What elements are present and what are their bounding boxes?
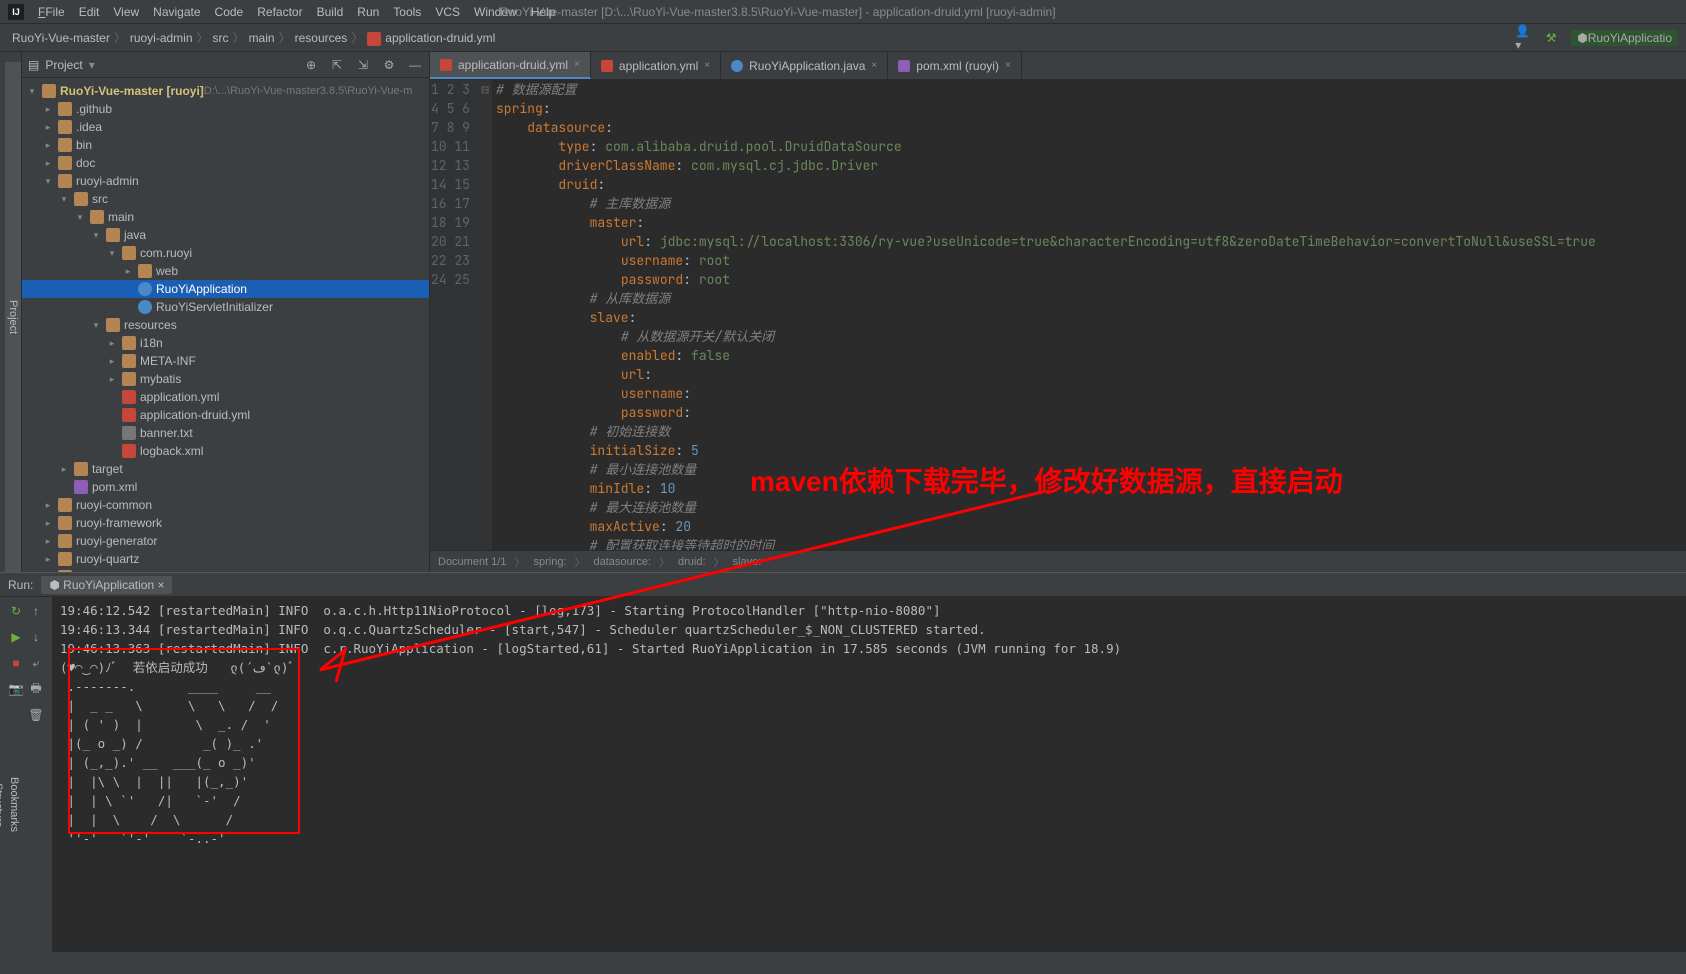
editor-crumb[interactable]: datasource: [594, 556, 651, 568]
stop-icon[interactable]: ■ [8, 655, 24, 671]
menu-view[interactable]: View [113, 5, 139, 19]
close-icon[interactable]: × [704, 60, 710, 71]
line-number-gutter: 1 2 3 4 5 6 7 8 9 10 11 12 13 14 15 16 1… [430, 80, 478, 550]
code-content[interactable]: # 数据源配置 spring: datasource: type: com.al… [492, 80, 1686, 550]
ide-logo-icon: IJ [8, 4, 24, 20]
user-icon[interactable]: 👤▾ [1515, 30, 1531, 46]
window-title: RuoYi-Vue-master [D:\...\RuoYi-Vue-maste… [500, 5, 1056, 19]
trash-icon[interactable]: 🗑 [28, 707, 44, 723]
menu-refactor[interactable]: Refactor [257, 5, 302, 19]
hide-icon[interactable]: — [407, 57, 423, 73]
tree-item[interactable]: ▸target [22, 460, 429, 478]
tree-item[interactable]: ▸ruoyi-quartz [22, 550, 429, 568]
tree-item[interactable]: ▸bin [22, 136, 429, 154]
left-tool-stripe: Project [0, 52, 22, 572]
tool-tab-project[interactable]: Project [5, 62, 21, 572]
menu-file[interactable]: FFile [38, 5, 65, 19]
breadcrumb-item[interactable]: src [209, 29, 233, 47]
left-tool-stripe-bottom: Bookmarks Structure [0, 700, 22, 900]
up-icon[interactable]: ↑ [28, 603, 44, 619]
menu-run[interactable]: Run [357, 5, 379, 19]
tool-tab-bookmarks[interactable]: Bookmarks [6, 710, 22, 900]
breadcrumb-item[interactable]: main [245, 29, 279, 47]
tree-item[interactable]: ▸META-INF [22, 352, 429, 370]
tree-item[interactable]: ▾com.ruoyi [22, 244, 429, 262]
tree-item[interactable]: ▸ruoyi-framework [22, 514, 429, 532]
tree-item[interactable]: ▸.idea [22, 118, 429, 136]
rerun-icon[interactable]: ↻ [8, 603, 24, 619]
print-icon[interactable]: 🖶 [28, 681, 44, 697]
menu-build[interactable]: Build [317, 5, 344, 19]
editor-crumb[interactable]: spring: [533, 556, 566, 568]
console-output[interactable]: 19:46:12.542 [restartedMain] INFO o.a.c.… [52, 597, 1686, 952]
breadcrumb-item[interactable]: resources [291, 29, 352, 47]
tree-item[interactable]: ▸i18n [22, 334, 429, 352]
tree-item[interactable]: ▸ruoyi-common [22, 496, 429, 514]
main-menu: FFile Edit View Navigate Code Refactor B… [38, 5, 555, 19]
run-config-selector[interactable]: ⬢ RuoYiApplicatio [1571, 30, 1678, 46]
tree-item[interactable]: ▾ruoyi-admin [22, 172, 429, 190]
down-icon[interactable]: ↓ [28, 629, 44, 645]
tree-item[interactable]: banner.txt [22, 424, 429, 442]
tree-item[interactable]: ▸ruoyi-generator [22, 532, 429, 550]
settings-icon[interactable]: ⚙ [381, 57, 397, 73]
editor-crumb[interactable]: slave: [733, 556, 762, 568]
tree-item[interactable]: application.yml [22, 388, 429, 406]
tree-item[interactable]: ▸doc [22, 154, 429, 172]
run-label: Run: [8, 578, 33, 592]
build-icon[interactable]: ⚒ [1543, 30, 1559, 46]
editor-crumb[interactable]: Document 1/1 [438, 556, 506, 568]
tree-item[interactable]: application-druid.yml [22, 406, 429, 424]
editor-tab[interactable]: application-druid.yml× [430, 52, 591, 79]
navigation-bar: RuoYi-Vue-master〉ruoyi-admin〉src〉main〉re… [0, 24, 1686, 52]
code-editor[interactable]: 1 2 3 4 5 6 7 8 9 10 11 12 13 14 15 16 1… [430, 80, 1686, 550]
close-icon[interactable]: × [871, 60, 877, 71]
editor-tab[interactable]: RuoYiApplication.java× [721, 52, 888, 79]
menu-navigate[interactable]: Navigate [153, 5, 200, 19]
editor-tabs: application-druid.yml×application.yml×Ru… [430, 52, 1686, 80]
title-bar: IJ FFile Edit View Navigate Code Refacto… [0, 0, 1686, 24]
project-view-icon: ▤ [28, 58, 39, 72]
tree-item[interactable]: ▾src [22, 190, 429, 208]
tree-item[interactable]: ▾java [22, 226, 429, 244]
tree-item[interactable]: RuoYiApplication [22, 280, 429, 298]
editor-breadcrumb[interactable]: Document 1/1〉spring:〉datasource:〉druid:〉… [430, 550, 1686, 572]
tree-item[interactable]: RuoYiServletInitializer [22, 298, 429, 316]
editor-crumb[interactable]: druid: [678, 556, 706, 568]
tree-item[interactable]: ▸mybatis [22, 370, 429, 388]
tree-item[interactable]: pom.xml [22, 478, 429, 496]
tree-item[interactable]: ▸ruoyi-system [22, 568, 429, 572]
tree-item[interactable]: ▸.github [22, 100, 429, 118]
menu-vcs[interactable]: VCS [435, 5, 460, 19]
tool-tab-structure[interactable]: Structure [0, 710, 6, 900]
wrap-icon[interactable]: ⤶ [28, 655, 44, 671]
project-tree[interactable]: ▾RuoYi-Vue-master [ruoyi] D:\...\RuoYi-V… [22, 78, 429, 572]
run-tab[interactable]: ⬢ RuoYiApplication × [41, 576, 172, 594]
close-icon[interactable]: × [574, 59, 580, 70]
breadcrumb-item[interactable]: application-druid.yml [363, 29, 499, 47]
run-tool-window: Run: ⬢ RuoYiApplication × ↻ ↑ ▶ ↓ ■ ⤶ 📷 … [0, 572, 1686, 952]
run-icon[interactable]: ▶ [8, 629, 24, 645]
expand-all-icon[interactable]: ⇱ [329, 57, 345, 73]
tree-item[interactable]: ▾resources [22, 316, 429, 334]
camera-icon[interactable]: 📷 [8, 681, 24, 697]
menu-edit[interactable]: Edit [79, 5, 100, 19]
project-label[interactable]: Project [45, 58, 82, 72]
collapse-all-icon[interactable]: ⇲ [355, 57, 371, 73]
close-icon[interactable]: × [1005, 60, 1011, 71]
breadcrumb-item[interactable]: RuoYi-Vue-master [8, 29, 114, 47]
editor-tab[interactable]: application.yml× [591, 52, 721, 79]
tree-item[interactable]: ▸web [22, 262, 429, 280]
breadcrumb-item[interactable]: ruoyi-admin [126, 29, 197, 47]
tree-root[interactable]: ▾RuoYi-Vue-master [ruoyi] D:\...\RuoYi-V… [22, 82, 429, 100]
editor-tab[interactable]: pom.xml (ruoyi)× [888, 52, 1022, 79]
select-opened-file-icon[interactable]: ⊕ [303, 57, 319, 73]
menu-code[interactable]: Code [215, 5, 244, 19]
tree-item[interactable]: logback.xml [22, 442, 429, 460]
project-tool-window: ▤ Project ▾ ⊕ ⇱ ⇲ ⚙ — ▾RuoYi-Vue-master … [22, 52, 430, 572]
menu-tools[interactable]: Tools [393, 5, 421, 19]
fold-gutter[interactable]: ⊟ [478, 80, 492, 550]
tree-item[interactable]: ▾main [22, 208, 429, 226]
